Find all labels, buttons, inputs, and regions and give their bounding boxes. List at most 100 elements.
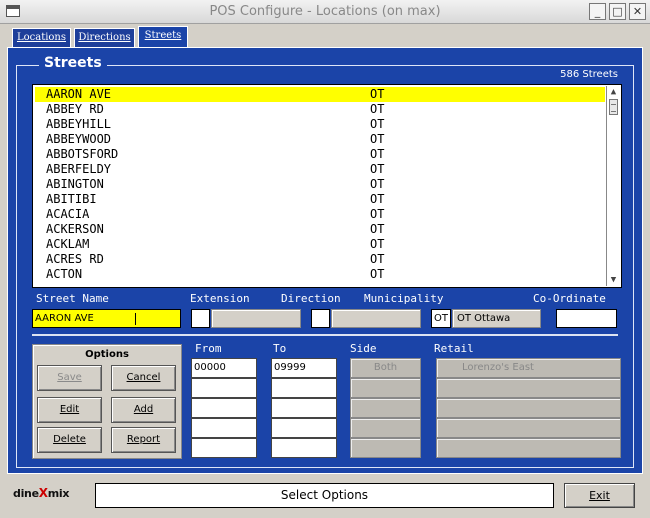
retail-button[interactable] xyxy=(436,418,621,438)
list-scrollbar[interactable]: ▲ ▼ xyxy=(606,86,620,286)
to-cell[interactable]: 09999 xyxy=(271,358,337,378)
from-cell[interactable] xyxy=(191,418,257,438)
save-button[interactable]: Save xyxy=(37,365,102,391)
to-cell[interactable] xyxy=(271,438,337,458)
text-caret xyxy=(135,313,136,325)
side-button[interactable] xyxy=(350,438,421,458)
street-row[interactable]: ABITIBI OT xyxy=(35,192,605,207)
minimize-button[interactable]: _ xyxy=(589,3,606,20)
to-cell[interactable] xyxy=(271,378,337,398)
options-title: Options xyxy=(85,349,129,360)
extension-code-input[interactable] xyxy=(191,309,210,328)
street-row[interactable]: ABBEYWOOD OT xyxy=(35,132,605,147)
street-row-name: ABERFELDY xyxy=(46,162,112,176)
municipality-label: Municipality xyxy=(364,292,444,305)
window-title: POS Configure - Locations (on max) xyxy=(209,4,441,19)
from-cell[interactable] xyxy=(191,378,257,398)
retail-button[interactable] xyxy=(436,378,621,398)
to-cell[interactable] xyxy=(271,398,337,418)
extension-label: Extension xyxy=(190,292,250,305)
to-label: To xyxy=(273,342,287,355)
side-button[interactable] xyxy=(350,398,421,418)
street-row-municipality: OT xyxy=(370,192,385,206)
section-divider xyxy=(32,334,618,336)
street-row-municipality: OT xyxy=(370,87,385,101)
cancel-button[interactable]: Cancel xyxy=(111,365,176,391)
street-row-name: AARON AVE xyxy=(46,87,112,101)
retail-button[interactable] xyxy=(436,398,621,418)
street-row-municipality: OT xyxy=(370,207,385,221)
to-cell[interactable] xyxy=(271,418,337,438)
street-name-input[interactable]: AARON AVE xyxy=(32,309,181,328)
street-row-name: ACKLAM xyxy=(46,237,90,251)
exit-button[interactable]: Exit xyxy=(564,483,635,508)
street-row-name: ABBEYHILL xyxy=(46,117,112,131)
street-row-municipality: OT xyxy=(370,222,385,236)
report-button[interactable]: Report xyxy=(111,427,176,453)
maximize-button[interactable]: □ xyxy=(609,3,626,20)
street-row-name: ABBEYWOOD xyxy=(46,132,112,146)
title-bar: POS Configure - Locations (on max) _ □ ✕ xyxy=(0,0,650,24)
street-row[interactable]: ABBEYHILL OT xyxy=(35,117,605,132)
street-row-municipality: OT xyxy=(370,177,385,191)
street-row-municipality: OT xyxy=(370,132,385,146)
street-row[interactable]: AARON AVE OT xyxy=(35,87,605,102)
coordinate-label: Co-Ordinate xyxy=(533,292,606,305)
street-count: 586 Streets xyxy=(560,69,618,80)
street-row[interactable]: ACTON OT xyxy=(35,267,605,282)
retail-button[interactable] xyxy=(436,438,621,458)
street-row[interactable]: ABBEY RD OT xyxy=(35,102,605,117)
status-bar: Select Options xyxy=(95,483,554,508)
street-name-value: AARON AVE xyxy=(35,313,94,324)
coordinate-input[interactable] xyxy=(556,309,617,328)
street-row-municipality: OT xyxy=(370,147,385,161)
street-row-municipality: OT xyxy=(370,162,385,176)
from-cell[interactable]: 00000 xyxy=(191,358,257,378)
direction-select-button[interactable] xyxy=(331,309,421,328)
delete-button[interactable]: Delete xyxy=(37,427,102,453)
street-row-name: ACTON xyxy=(46,267,83,281)
options-box: Options Save Cancel Edit Add Delete Repo… xyxy=(32,344,182,459)
street-row-municipality: OT xyxy=(370,117,385,131)
street-row[interactable]: ACKERSON OT xyxy=(35,222,605,237)
from-cell[interactable] xyxy=(191,398,257,418)
side-button[interactable]: Both xyxy=(350,358,421,378)
street-list[interactable]: AARON AVE OT ABBEY RD OT ABBEYHILL OT ABBEYWOO… xyxy=(32,84,622,288)
street-row-name: ABINGTON xyxy=(46,177,104,191)
dinexmix-logo: dineXmix xyxy=(13,486,70,500)
street-row[interactable]: ACACIA OT xyxy=(35,207,605,222)
street-row-municipality: OT xyxy=(370,237,385,251)
from-cell[interactable] xyxy=(191,438,257,458)
tab-locations[interactable]: Locations xyxy=(12,28,71,48)
street-row[interactable]: ABBOTSFORD OT xyxy=(35,147,605,162)
street-row-municipality: OT xyxy=(370,252,385,266)
street-row-name: ACKERSON xyxy=(46,222,104,236)
street-row[interactable]: ABINGTON OT xyxy=(35,177,605,192)
street-row[interactable]: ACKLAM OT xyxy=(35,237,605,252)
direction-label: Direction xyxy=(281,292,341,305)
scroll-down-icon[interactable]: ▼ xyxy=(608,275,619,285)
tab-directions[interactable]: Directions xyxy=(74,28,135,48)
street-row-municipality: OT xyxy=(370,267,385,281)
scroll-up-icon[interactable]: ▲ xyxy=(608,87,619,97)
from-label: From xyxy=(195,342,222,355)
tab-streets[interactable]: Streets xyxy=(138,26,188,48)
side-label: Side xyxy=(350,342,377,355)
street-row[interactable]: ABERFELDY OT xyxy=(35,162,605,177)
street-row-name: ABITIBI xyxy=(46,192,97,206)
side-button[interactable] xyxy=(350,378,421,398)
street-row-municipality: OT xyxy=(370,102,385,116)
municipality-select-button[interactable]: OT Ottawa xyxy=(452,309,541,328)
municipality-code-input[interactable]: OT xyxy=(431,309,451,328)
scroll-thumb[interactable] xyxy=(609,99,618,115)
extension-select-button[interactable] xyxy=(211,309,301,328)
retail-button[interactable]: Lorenzo's East xyxy=(436,358,621,378)
streets-group-title: Streets xyxy=(39,55,107,71)
close-button[interactable]: ✕ xyxy=(629,3,646,20)
side-button[interactable] xyxy=(350,418,421,438)
edit-button[interactable]: Edit xyxy=(37,397,102,423)
direction-code-input[interactable] xyxy=(311,309,330,328)
street-row-name: ACACIA xyxy=(46,207,90,221)
street-row[interactable]: ACRES RD OT xyxy=(35,252,605,267)
add-button[interactable]: Add xyxy=(111,397,176,423)
